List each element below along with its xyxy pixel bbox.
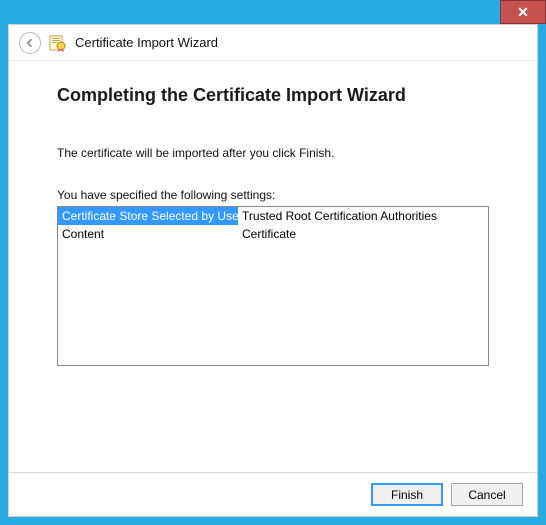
setting-value: Trusted Root Certification Authorities [238,207,441,225]
settings-label: You have specified the following setting… [57,188,489,202]
title-bar: ✕ [0,0,546,24]
window-frame: ✕ Certificate Import Wizard Completing t… [0,0,546,525]
certificate-icon [49,34,67,52]
cancel-button[interactable]: Cancel [451,483,523,506]
setting-key: Certificate Store Selected by User [58,207,238,225]
close-icon: ✕ [517,4,529,21]
finish-button[interactable]: Finish [371,483,443,506]
setting-value: Certificate [238,225,300,243]
wizard-header: Certificate Import Wizard [9,25,537,61]
instruction-text: The certificate will be imported after y… [57,146,489,160]
list-item[interactable]: Content Certificate [58,225,488,243]
wizard-title: Certificate Import Wizard [75,35,218,50]
wizard-footer: Finish Cancel [9,472,537,516]
setting-key: Content [58,225,238,243]
wizard-content: Completing the Certificate Import Wizard… [9,61,537,472]
back-arrow-icon [24,37,36,49]
settings-list[interactable]: Certificate Store Selected by User Trust… [57,206,489,366]
wizard-window: Certificate Import Wizard Completing the… [8,24,538,517]
list-item[interactable]: Certificate Store Selected by User Trust… [58,207,488,225]
close-button[interactable]: ✕ [500,0,546,24]
back-button[interactable] [19,32,41,54]
page-title: Completing the Certificate Import Wizard [57,85,489,106]
